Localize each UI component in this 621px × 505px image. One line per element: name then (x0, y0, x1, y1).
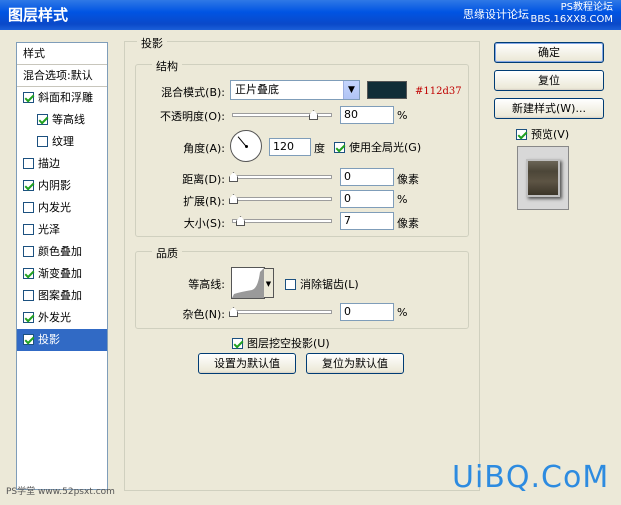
blend-options-item[interactable]: 混合选项:默认 (17, 65, 107, 87)
style-list-item[interactable]: 纹理 (17, 131, 107, 153)
noise-slider[interactable] (229, 307, 332, 317)
checkbox-icon[interactable] (23, 180, 34, 191)
style-list-item-label: 斜面和浮雕 (38, 91, 93, 104)
reset-button[interactable]: 复位 (494, 70, 604, 91)
spread-input[interactable]: 0 (340, 190, 394, 208)
opacity-input[interactable]: 80 (340, 106, 394, 124)
watermark-mid: 思缘设计论坛 (463, 8, 529, 21)
structure-title: 结构 (152, 58, 182, 74)
style-list-item[interactable]: 投影 (17, 329, 107, 351)
noise-input[interactable]: 0 (340, 303, 394, 321)
checkbox-icon[interactable] (37, 136, 48, 147)
size-label: 大小(S): (183, 217, 225, 230)
style-list-item[interactable]: 内发光 (17, 197, 107, 219)
angle-unit: 度 (314, 142, 325, 155)
quality-title: 品质 (152, 245, 182, 261)
opacity-slider[interactable] (232, 110, 332, 120)
window-title: 图层样式 (8, 6, 69, 24)
title-bar: 图层样式 思缘设计论坛 PS教程论坛 BBS.16XX8.COM (0, 0, 621, 30)
size-unit: 像素 (397, 217, 419, 230)
checkbox-icon (516, 129, 527, 140)
opacity-label: 不透明度(O): (160, 110, 225, 123)
spread-unit: % (397, 193, 408, 206)
checkbox-icon[interactable] (23, 290, 34, 301)
style-list-item-label: 图案叠加 (38, 289, 82, 302)
style-list-item[interactable]: 光泽 (17, 219, 107, 241)
chevron-down-icon: ▼ (343, 81, 359, 99)
style-list-item[interactable]: 斜面和浮雕 (17, 87, 107, 109)
angle-label: 角度(A): (183, 142, 225, 155)
knockout-checkbox[interactable]: 图层挖空投影(U) (232, 335, 330, 351)
distance-unit: 像素 (397, 173, 419, 186)
spread-slider[interactable] (229, 194, 332, 204)
noise-label: 杂色(N): (182, 308, 225, 321)
checkbox-icon[interactable] (23, 202, 34, 213)
style-list-item[interactable]: 渐变叠加 (17, 263, 107, 285)
contour-label: 等高线: (188, 278, 225, 291)
style-list-item-label: 纹理 (52, 135, 74, 148)
chevron-down-icon[interactable]: ▼ (264, 268, 274, 298)
noise-unit: % (397, 306, 408, 319)
blend-mode-label: 混合模式(B): (161, 86, 225, 99)
checkbox-icon[interactable] (37, 114, 48, 125)
distance-input[interactable]: 0 (340, 168, 394, 186)
style-list-item[interactable]: 颜色叠加 (17, 241, 107, 263)
style-list-item-label: 颜色叠加 (38, 245, 82, 258)
style-list-item-label: 描边 (38, 157, 60, 170)
watermark-top-right: PS教程论坛 BBS.16XX8.COM (530, 2, 613, 25)
opacity-unit: % (397, 109, 408, 122)
style-list-item[interactable]: 描边 (17, 153, 107, 175)
set-default-button[interactable]: 设置为默认值 (198, 353, 296, 374)
global-light-checkbox[interactable]: 使用全局光(G) (334, 139, 421, 155)
checkbox-icon[interactable] (23, 158, 34, 169)
distance-label: 距离(D): (182, 173, 225, 186)
angle-input[interactable]: 120 (269, 138, 311, 156)
style-list-item[interactable]: 等高线 (17, 109, 107, 131)
checkbox-icon (285, 279, 296, 290)
style-list-item-label: 渐变叠加 (38, 267, 82, 280)
footer-watermark: PS学堂 www.52psxt.com (6, 487, 115, 497)
size-input[interactable]: 7 (340, 212, 394, 230)
shadow-color-swatch[interactable] (367, 81, 407, 99)
checkbox-icon[interactable] (23, 224, 34, 235)
preview-checkbox[interactable]: 预览(V) (516, 126, 569, 142)
style-list-item[interactable]: 图案叠加 (17, 285, 107, 307)
style-preview (517, 146, 569, 210)
color-annotation: #112d37 (415, 86, 462, 97)
style-list-item[interactable]: 外发光 (17, 307, 107, 329)
checkbox-icon[interactable] (23, 334, 34, 345)
section-title: 投影 (137, 35, 167, 51)
style-list-item-label: 等高线 (52, 113, 85, 126)
checkbox-icon (334, 142, 345, 153)
style-list-item-label: 内阴影 (38, 179, 71, 192)
checkbox-icon[interactable] (23, 92, 34, 103)
site-watermark: UiBQ.CoM (452, 460, 610, 495)
size-slider[interactable] (232, 216, 332, 226)
style-list: 样式 混合选项:默认 斜面和浮雕等高线纹理描边内阴影内发光光泽颜色叠加渐变叠加图… (16, 42, 108, 490)
new-style-button[interactable]: 新建样式(W)... (494, 98, 604, 119)
style-list-item-label: 外发光 (38, 311, 71, 324)
checkbox-icon[interactable] (23, 268, 34, 279)
antialias-checkbox[interactable]: 消除锯齿(L) (285, 276, 359, 292)
style-list-item-label: 投影 (38, 333, 60, 346)
contour-picker[interactable]: ▼ (231, 267, 274, 299)
style-list-item-label: 内发光 (38, 201, 71, 214)
checkbox-icon[interactable] (23, 312, 34, 323)
checkbox-icon[interactable] (23, 246, 34, 257)
ok-button[interactable]: 确定 (494, 42, 604, 63)
angle-dial[interactable] (230, 130, 262, 162)
style-list-item[interactable]: 内阴影 (17, 175, 107, 197)
checkbox-icon (232, 338, 243, 349)
blend-mode-select[interactable]: 正片叠底 ▼ (230, 80, 360, 100)
style-list-header[interactable]: 样式 (17, 43, 107, 65)
distance-slider[interactable] (229, 172, 332, 182)
style-list-item-label: 光泽 (38, 223, 60, 236)
reset-default-button[interactable]: 复位为默认值 (306, 353, 404, 374)
spread-label: 扩展(R): (183, 195, 225, 208)
